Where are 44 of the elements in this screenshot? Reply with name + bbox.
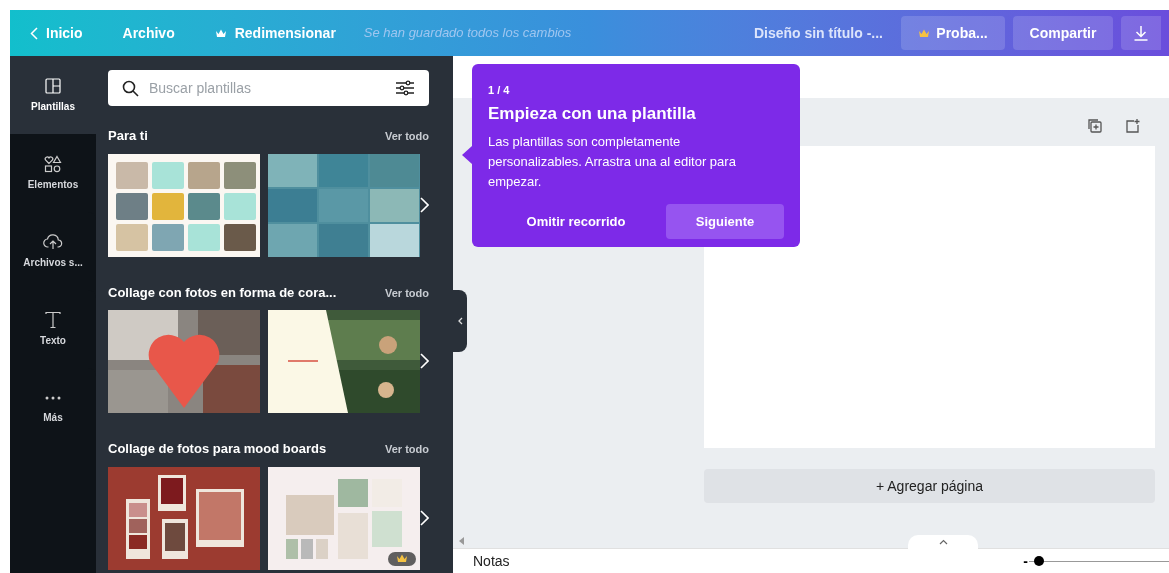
crown-icon [396,554,408,563]
save-status: Se han guardado todos los cambios [363,24,572,43]
popover-text: Las plantillas son completamente personalizables. Arrastra una al editor para empezar. [488,133,737,191]
cloud-upload-icon [43,232,63,252]
zoom-minus[interactable]: - [1023,550,1028,572]
section-title: Collage con fotos en forma de cora... [108,283,337,302]
chevron-right-icon[interactable] [420,509,429,526]
chevron-up-icon [938,539,948,545]
section-title: Collage de fotos para mood boards [108,440,327,458]
notes-label[interactable]: Notas [473,550,510,572]
chevron-right-icon[interactable] [420,196,429,213]
see-all-link[interactable]: Ver todo [385,284,429,301]
popover-title: Empieza con una plantilla [488,102,697,125]
section-title: Para ti [108,127,148,145]
add-page-icon[interactable] [1125,118,1141,134]
share-button[interactable]: Compartir [1013,16,1113,50]
download-icon [1133,25,1149,41]
step-counter: 1 / 4 [488,83,511,98]
crown-icon [214,28,227,38]
back-chevron-icon [30,26,38,40]
see-all-link[interactable]: Ver todo [385,441,429,458]
notes-toggle-tab[interactable] [908,535,978,549]
filter-icon[interactable] [395,80,415,96]
layout-icon [43,76,63,96]
try-pro-button[interactable]: Proba... [901,16,1005,50]
shapes-icon [43,154,63,174]
see-all-link[interactable]: Ver todo [385,128,429,145]
collapse-panel-handle[interactable] [453,290,467,352]
download-button[interactable] [1121,16,1161,50]
skip-tour-button[interactable]: Omitir recorrido [506,204,646,239]
zoom-slider-thumb[interactable] [1034,556,1045,566]
more-icon [45,396,61,400]
search-field[interactable]: Buscar plantillas [108,70,429,106]
chevron-left-icon [457,317,463,325]
text-icon [43,310,63,330]
crown-icon [918,28,931,38]
search-input[interactable]: Buscar plantillas [149,77,385,99]
search-icon [122,79,139,97]
chevron-right-icon[interactable] [420,353,429,369]
duplicate-page-icon[interactable] [1087,118,1103,134]
next-button[interactable]: Siguiente [666,204,784,239]
zoom-slider[interactable] [1029,555,1169,567]
sidebar-item[interactable]: Plantillas [10,56,96,134]
add-page-button[interactable]: + Agregar página [704,469,1155,503]
